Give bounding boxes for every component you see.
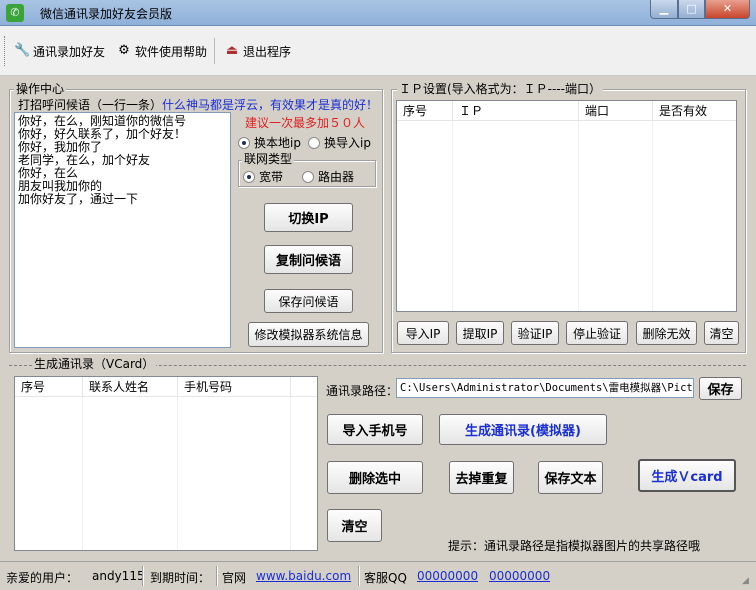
minimize-button[interactable]: ▁ xyxy=(650,0,678,19)
operation-center-legend: 操作中心 xyxy=(14,82,67,96)
site-link[interactable]: www.baidu.com xyxy=(256,569,351,583)
limit-tip: 建议一次最多加５０人 xyxy=(245,116,366,130)
remove-duplicates-button[interactable]: 去掉重复 xyxy=(449,461,514,494)
vcard-legend: 生成通讯录（VCard） xyxy=(32,357,157,371)
contacts-table-header: 序号 联系人姓名 手机号码 xyxy=(15,377,317,397)
greeting-tip: 什么神马都是浮云，有效果才是真的好！ xyxy=(162,98,379,112)
radio-import-ip[interactable]: 换导入ip xyxy=(308,134,371,151)
radio-label: 宽带 xyxy=(259,170,284,184)
ip-table[interactable]: 序号 ＩＰ 端口 是否有效 xyxy=(396,100,737,312)
grid-column-line xyxy=(652,121,653,311)
delete-selected-button[interactable]: 删除选中 xyxy=(327,461,423,494)
radio-local-ip[interactable]: 换本地ip xyxy=(238,134,301,151)
toolbar-grip xyxy=(4,36,7,66)
status-separator xyxy=(216,566,217,586)
ip-settings-legend: ＩＰ设置(导入格式为：ＩＰ----端口） xyxy=(397,82,604,96)
stop-verify-button[interactable]: 停止验证 xyxy=(566,321,628,345)
status-user-label: 亲爱的用户： xyxy=(6,571,79,585)
radio-dot xyxy=(308,136,320,149)
grid-column-line xyxy=(578,121,579,311)
switch-ip-button[interactable]: 切换IP xyxy=(264,203,353,232)
status-expire-label: 到期时间： xyxy=(150,571,211,585)
toolbar-separator xyxy=(214,38,215,64)
wechat-icon: ✆ xyxy=(6,4,24,22)
grid-column-line xyxy=(177,397,178,550)
verify-ip-button[interactable]: 验证IP xyxy=(511,321,559,345)
generate-contacts-emulator-button[interactable]: 生成通讯录(模拟器) xyxy=(439,414,607,445)
radio-label: 换本地ip xyxy=(254,136,301,150)
maximize-button[interactable]: □ xyxy=(678,0,705,19)
toolbar-item-exit[interactable]: ⏏ 退出程序 xyxy=(224,40,291,62)
save-text-button[interactable]: 保存文本 xyxy=(538,461,603,494)
radio-dot xyxy=(238,136,250,149)
generate-vcard-button[interactable]: 生成Ｖcard xyxy=(638,459,736,492)
radio-broadband[interactable]: 宽带 xyxy=(243,168,283,185)
clear-ip-button[interactable]: 清空 xyxy=(704,321,739,345)
save-path-button[interactable]: 保存 xyxy=(699,377,742,400)
toolbar-label: 软件使用帮助 xyxy=(135,44,208,59)
path-hint: 提示：通讯录路径是指模拟器图片的共享路径哦 xyxy=(448,539,701,553)
toolbar-item-help[interactable]: ⚙ 软件使用帮助 xyxy=(116,40,207,62)
import-phone-button[interactable]: 导入手机号 xyxy=(327,414,423,445)
greetings-textarea[interactable]: 你好，在么，刚知道你的微信号 你好，好久联系了，加个好友！ 你好，我加你了 老同… xyxy=(14,112,231,348)
status-separator xyxy=(142,566,143,586)
resize-grip-icon[interactable]: ◢ xyxy=(742,576,754,588)
toolbar-item-add-friends[interactable]: 🔧 通讯录加好友 xyxy=(14,40,105,62)
contacts-table[interactable]: 序号 联系人姓名 手机号码 xyxy=(14,376,318,551)
tools-icon: 🔧 xyxy=(14,43,31,58)
ip-col-index[interactable]: 序号 xyxy=(397,101,453,121)
save-greeting-button[interactable]: 保存问候语 xyxy=(264,289,353,313)
radio-label: 换导入ip xyxy=(324,136,371,150)
grid-column-line xyxy=(82,397,83,550)
toolbar-label: 退出程序 xyxy=(243,44,292,59)
contacts-col-index[interactable]: 序号 xyxy=(15,377,83,397)
radio-router[interactable]: 路由器 xyxy=(302,168,354,185)
status-qq-label: 客服QQ xyxy=(364,571,407,585)
radio-label: 路由器 xyxy=(318,170,355,184)
ip-col-ip[interactable]: ＩＰ xyxy=(453,101,579,121)
grid-column-line xyxy=(452,121,453,311)
title-bar: ✆ 微信通讯录加好友会员版 ▁ □ ✕ xyxy=(0,0,756,26)
exit-icon: ⏏ xyxy=(225,43,239,58)
maximize-icon: □ xyxy=(686,2,697,15)
close-button[interactable]: ✕ xyxy=(705,0,750,19)
net-type-legend: 联网类型 xyxy=(242,152,295,166)
copy-greeting-button[interactable]: 复制问候语 xyxy=(264,245,353,274)
qq-link-1[interactable]: 00000000 xyxy=(417,569,478,583)
status-separator xyxy=(358,566,359,586)
status-bar: 亲爱的用户： andy115 到期时间： 官网 www.baidu.com 客服… xyxy=(0,561,756,590)
ip-col-valid[interactable]: 是否有效 xyxy=(653,101,736,121)
modify-emulator-info-button[interactable]: 修改模拟器系统信息 xyxy=(248,322,369,347)
close-icon: ✕ xyxy=(722,2,733,15)
extract-ip-button[interactable]: 提取IP xyxy=(456,321,504,345)
status-site-label: 官网 xyxy=(222,571,247,585)
status-user-name: andy115 xyxy=(92,569,145,583)
gear-icon: ⚙ xyxy=(118,43,130,58)
clear-contacts-button[interactable]: 清空 xyxy=(327,509,382,542)
minimize-icon: ▁ xyxy=(659,2,669,15)
radio-dot xyxy=(302,170,314,183)
toolbar-label: 通讯录加好友 xyxy=(33,44,106,59)
toolbar: 🔧 通讯录加好友 ⚙ 软件使用帮助 ⏏ 退出程序 xyxy=(0,26,756,76)
greeting-label: 打招呼问候语（一行一条） xyxy=(18,98,163,112)
contacts-col-name[interactable]: 联系人姓名 xyxy=(83,377,178,397)
ip-col-port[interactable]: 端口 xyxy=(579,101,653,121)
delete-invalid-button[interactable]: 删除无效 xyxy=(636,321,697,345)
import-ip-button[interactable]: 导入IP xyxy=(397,321,449,345)
ip-table-header: 序号 ＩＰ 端口 是否有效 xyxy=(397,101,736,121)
grid-column-line xyxy=(290,397,291,550)
window-title: 微信通讯录加好友会员版 xyxy=(40,7,173,21)
contacts-col-phone[interactable]: 手机号码 xyxy=(178,377,291,397)
vcard-path-input[interactable]: C:\Users\Administrator\Documents\雷电模拟器\P… xyxy=(396,378,694,398)
path-label: 通讯录路径： xyxy=(326,384,399,398)
main-window: ✆ 微信通讯录加好友会员版 ▁ □ ✕ 🔧 通讯录加好友 ⚙ 软件使用帮助 ⏏ … xyxy=(0,0,756,590)
radio-dot xyxy=(243,170,255,183)
qq-link-2[interactable]: 00000000 xyxy=(489,569,550,583)
